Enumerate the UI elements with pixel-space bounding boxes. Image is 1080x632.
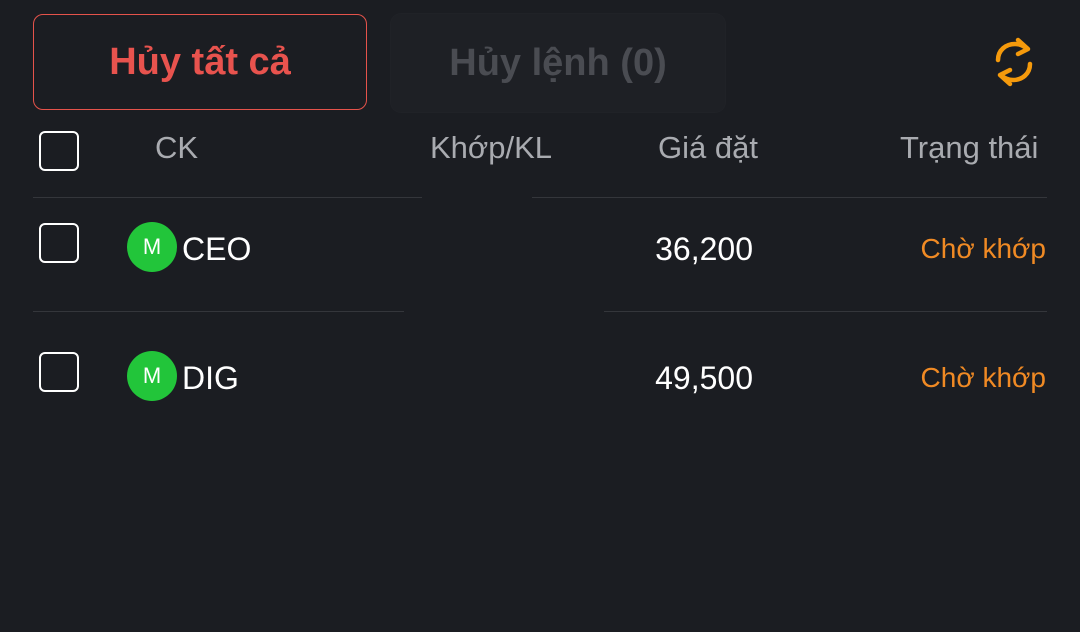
select-all-checkbox[interactable] [39, 131, 79, 171]
row-symbol: DIG [182, 360, 239, 396]
row-checkbox[interactable] [39, 352, 79, 392]
header-status: Trạng thái [900, 130, 1039, 165]
row-status: Chờ khớp [920, 233, 1046, 264]
row-symbol: CEO [182, 231, 252, 267]
row-divider-left [33, 311, 404, 312]
header-divider-left [33, 197, 422, 198]
row-order-price: 36,200 [655, 231, 753, 267]
header-divider-right [532, 197, 1047, 198]
row-divider-right [604, 311, 1047, 312]
header-symbol: CK [155, 130, 199, 165]
cancel-all-button[interactable]: Hủy tất cả [33, 14, 367, 110]
row-order-price: 49,500 [655, 360, 753, 396]
cancel-orders-button[interactable]: Hủy lệnh (0) [391, 14, 725, 112]
refresh-button[interactable] [988, 34, 1040, 90]
row-status: Chờ khớp [920, 362, 1046, 393]
header-matched-volume: Khớp/KL [430, 130, 553, 165]
refresh-icon [995, 37, 1033, 87]
row-checkbox[interactable] [39, 223, 79, 263]
market-badge: M [127, 351, 177, 401]
market-badge: M [127, 222, 177, 272]
header-order-price: Giá đặt [658, 130, 758, 165]
